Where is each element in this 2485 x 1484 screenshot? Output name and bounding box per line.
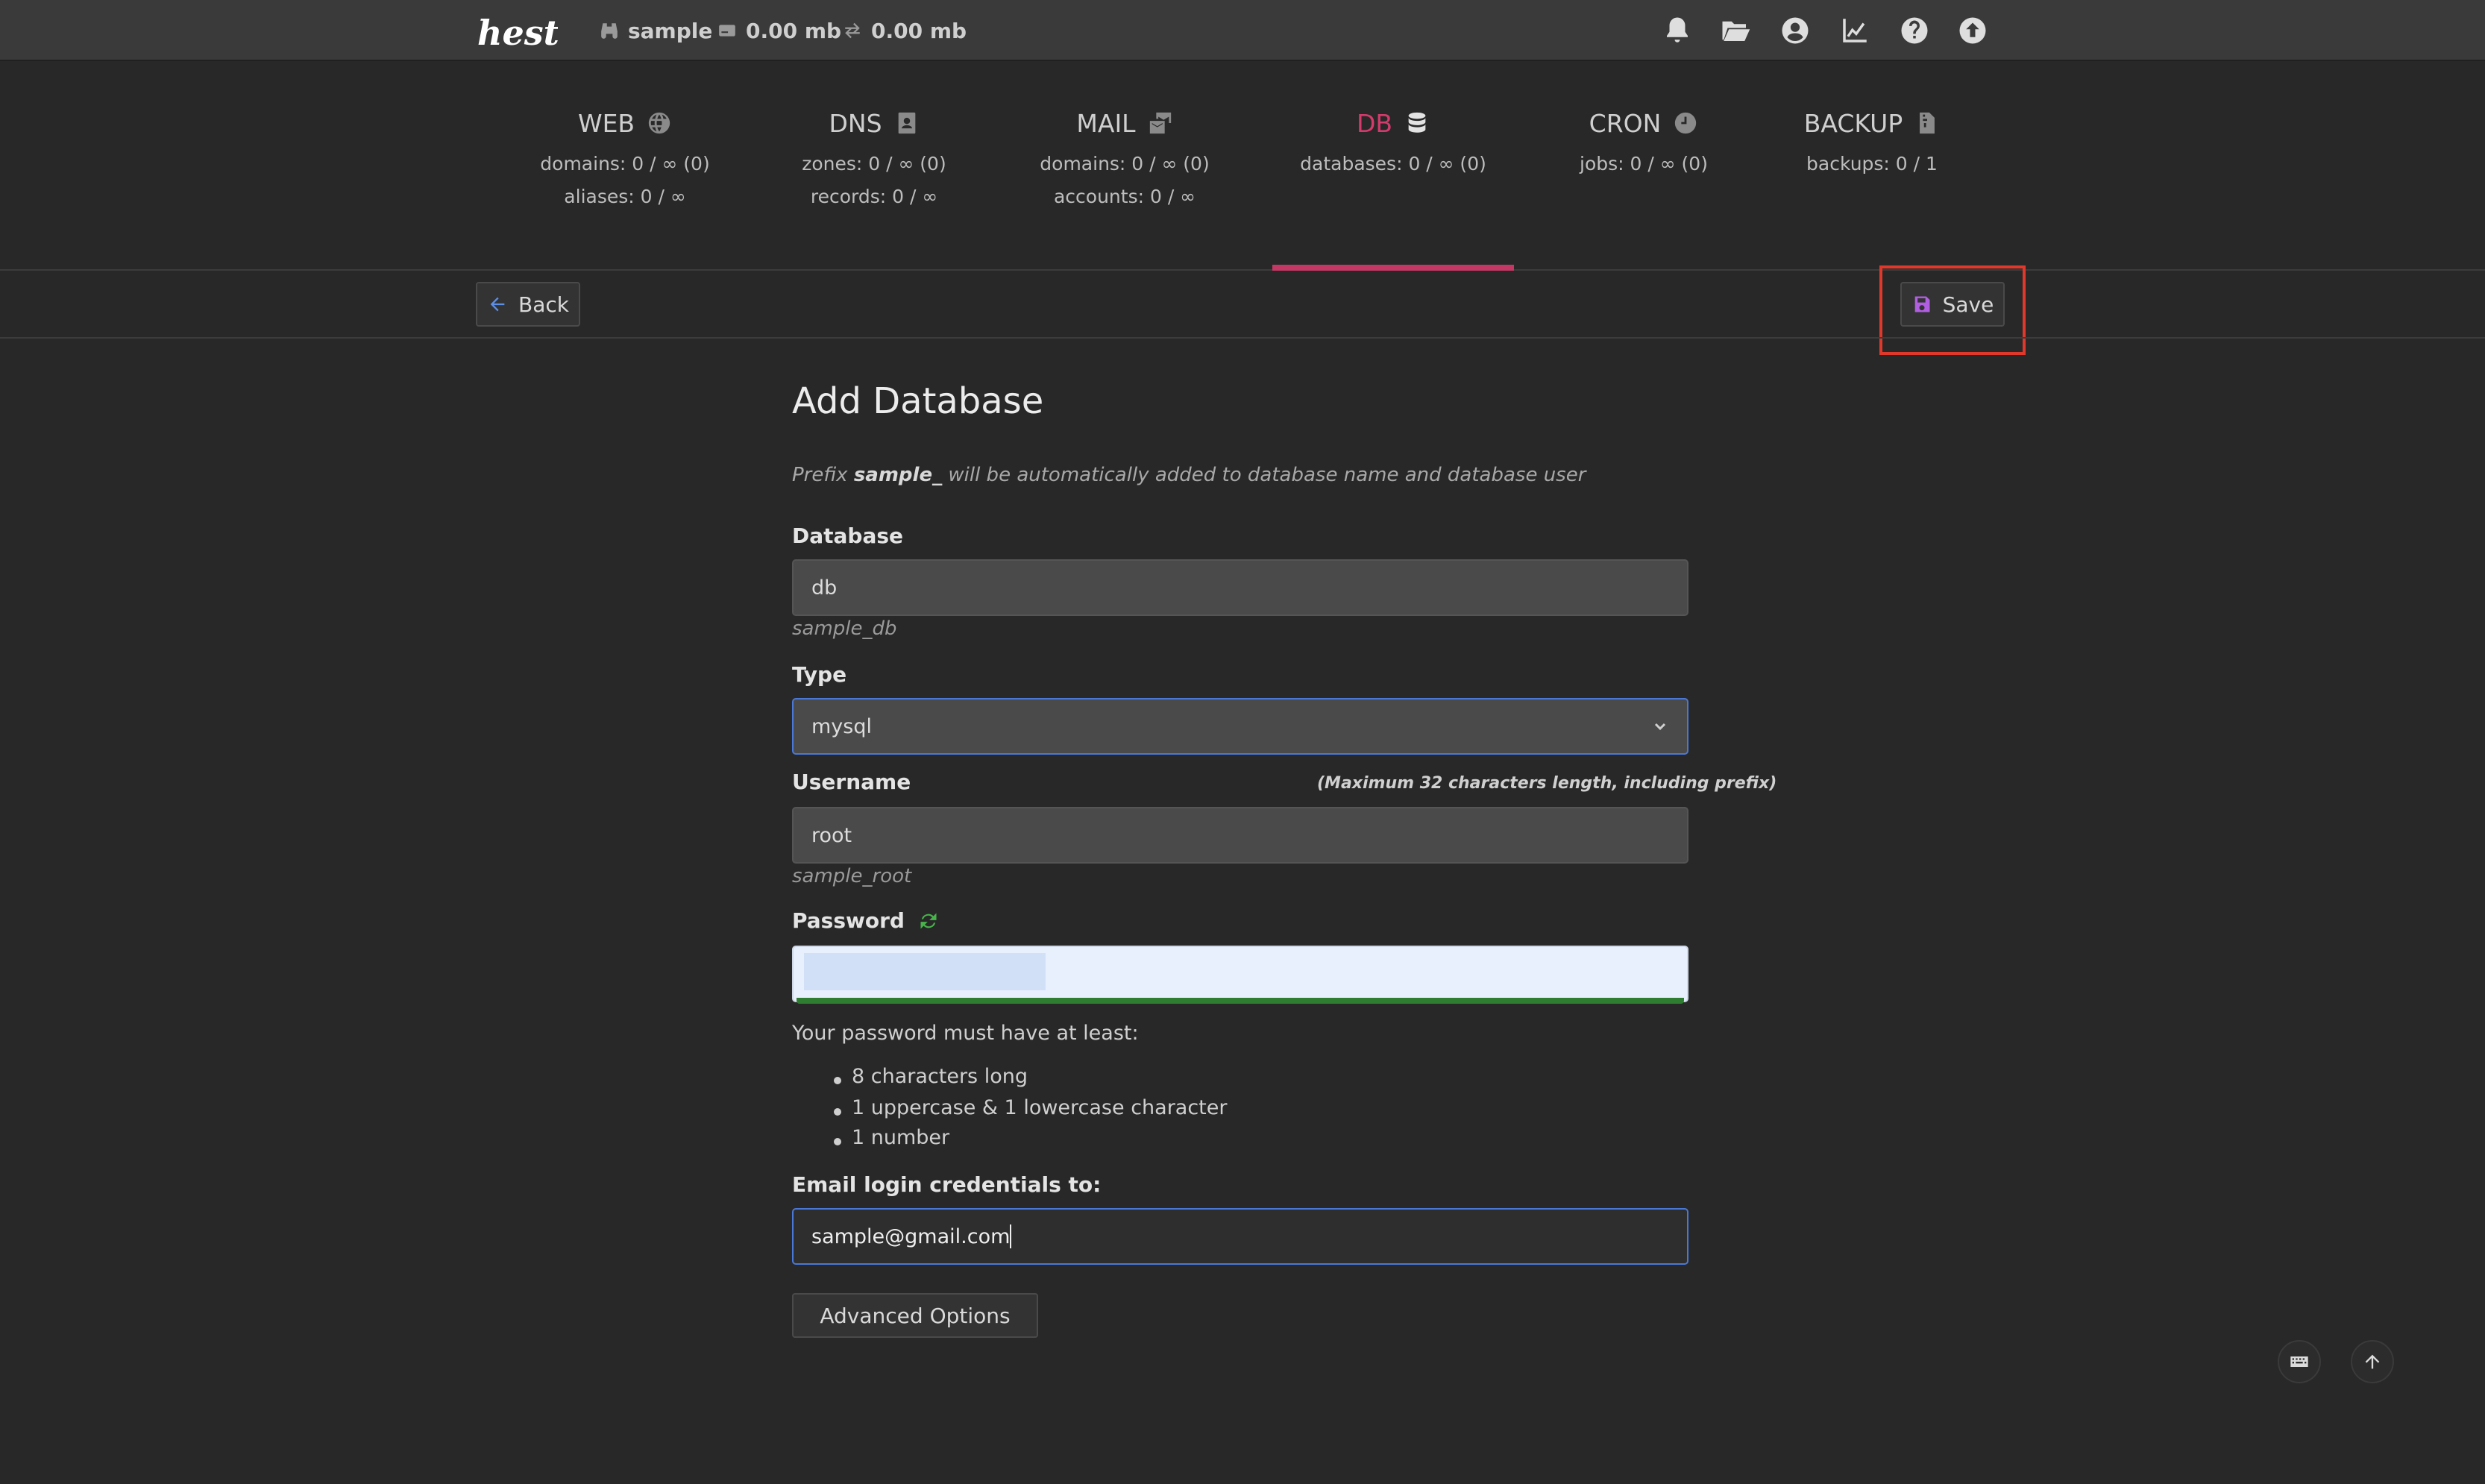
tab-stat-2: aliases: 0 / ∞ xyxy=(564,186,686,207)
tab-stat-1: domains: 0 / ∞ (0) xyxy=(540,153,710,175)
database-full-name: sample_db xyxy=(792,617,897,640)
keyboard-shortcuts-button[interactable] xyxy=(2278,1340,2321,1383)
arrow-left-icon xyxy=(490,297,505,312)
tab-stat-1: jobs: 0 / ∞ (0) xyxy=(1580,153,1708,175)
bullet xyxy=(834,1138,841,1145)
tab-stat-2: accounts: 0 / ∞ xyxy=(1053,186,1196,207)
hard-drive-icon xyxy=(719,25,735,37)
scroll-top-button[interactable] xyxy=(2351,1340,2394,1383)
tab-stat-1: backups: 0 / 1 xyxy=(1806,153,1938,175)
requirement-item: 8 characters long xyxy=(852,1065,1028,1088)
back-button[interactable]: Back xyxy=(476,282,580,327)
tab-stat-1: zones: 0 / ∞ (0) xyxy=(802,153,946,175)
type-select[interactable]: mysql xyxy=(792,698,1688,755)
user-circle-icon[interactable] xyxy=(1779,15,1811,46)
svg-text:hestia: hestia xyxy=(477,13,558,53)
binoculars-icon xyxy=(601,23,618,39)
tab-label: DB xyxy=(1356,108,1393,138)
tab-label: CRON xyxy=(1589,108,1662,138)
disk-usage-text: 0.00 mb xyxy=(746,18,842,43)
password-requirements-title: Your password must have at least: xyxy=(792,1022,1139,1045)
tab-label: BACKUP xyxy=(1803,108,1903,138)
password-strength-bar xyxy=(797,998,1684,1004)
tab-stat-2: records: 0 / ∞ xyxy=(810,186,938,207)
help-icon[interactable] xyxy=(1899,15,1930,46)
tab-dns[interactable]: DNS zones: 0 / ∞ (0) records: 0 / ∞ xyxy=(747,98,1001,213)
email-input[interactable]: sample@gmail.com xyxy=(792,1208,1688,1265)
tab-label: WEB xyxy=(577,108,635,138)
tab-stat-1: databases: 0 / ∞ (0) xyxy=(1300,153,1486,175)
tab-cron[interactable]: CRON jobs: 0 / ∞ (0) xyxy=(1517,98,1771,180)
tab-db[interactable]: DB databases: 0 / ∞ (0) xyxy=(1266,98,1520,180)
bullet xyxy=(834,1077,841,1084)
user-stat: sample xyxy=(600,16,712,45)
database-label: Database xyxy=(792,524,904,548)
top-bar xyxy=(0,0,2485,61)
password-masked-value xyxy=(804,953,1046,990)
tab-web[interactable]: WEB domains: 0 / ∞ (0) aliases: 0 / ∞ xyxy=(498,98,752,213)
database-icon xyxy=(1408,112,1426,133)
chart-line-icon[interactable] xyxy=(1839,15,1870,46)
prefix-value: sample_ xyxy=(853,464,943,486)
username-label: Username xyxy=(792,770,911,794)
bullet xyxy=(834,1108,841,1116)
upload-icon[interactable] xyxy=(1957,15,1988,46)
globe-icon xyxy=(648,112,670,134)
mail-bulk-icon xyxy=(1149,112,1171,134)
refresh-icon[interactable] xyxy=(918,911,939,931)
requirement-item: 1 uppercase & 1 lowercase character xyxy=(852,1096,1228,1119)
text-cursor xyxy=(1010,1224,1012,1248)
clock-icon xyxy=(1675,112,1697,134)
disk-stat: 0.00 mb xyxy=(717,16,841,45)
tab-mail[interactable]: MAIL domains: 0 / ∞ (0) accounts: 0 / ∞ xyxy=(998,98,1251,213)
bandwidth-usage-text: 0.00 mb xyxy=(871,18,967,43)
toolbar-divider xyxy=(0,337,2485,339)
type-label: Type xyxy=(792,662,847,687)
page-title: Add Database xyxy=(792,380,1044,422)
tabs-divider xyxy=(0,269,2485,271)
tab-backup[interactable]: BACKUP backups: 0 / 1 xyxy=(1745,98,1999,180)
address-book-icon xyxy=(898,112,915,134)
username-text: sample xyxy=(628,18,713,43)
database-input[interactable]: db xyxy=(792,559,1688,616)
tab-stat-1: domains: 0 / ∞ (0) xyxy=(1040,153,1210,175)
password-label-row: Password xyxy=(792,908,939,933)
folder-icon[interactable] xyxy=(1720,15,1751,46)
username-length-note: (Maximum 32 characters length, including… xyxy=(1317,774,1777,793)
arrow-up-icon xyxy=(2365,1354,2380,1369)
type-selected-value: mysql xyxy=(811,714,872,738)
save-highlight-box xyxy=(1879,265,2026,355)
keyboard-icon xyxy=(2290,1356,2308,1367)
advanced-options-button[interactable]: Advanced Options xyxy=(792,1293,1038,1338)
chevron-down-icon xyxy=(1654,723,1666,731)
back-button-label: Back xyxy=(518,292,569,317)
username-full-name: sample_root xyxy=(792,865,912,887)
requirement-item: 1 number xyxy=(852,1126,950,1149)
file-archive-icon xyxy=(1920,112,1935,134)
username-input[interactable]: root xyxy=(792,807,1688,864)
active-tab-indicator xyxy=(1272,265,1514,271)
email-label: Email login credentials to: xyxy=(792,1172,1102,1197)
email-input-value: sample@gmail.com xyxy=(811,1224,1011,1248)
bandwidth-stat: 0.00 mb xyxy=(843,16,967,45)
prefix-hint: Prefix sample_ will be automatically add… xyxy=(792,464,1586,486)
tab-label: MAIL xyxy=(1076,108,1136,138)
password-label: Password xyxy=(792,908,905,933)
tab-label: DNS xyxy=(829,108,882,138)
exchange-icon xyxy=(845,22,860,39)
bell-icon[interactable] xyxy=(1662,15,1693,46)
hestia-logo[interactable]: hestia xyxy=(476,9,558,54)
